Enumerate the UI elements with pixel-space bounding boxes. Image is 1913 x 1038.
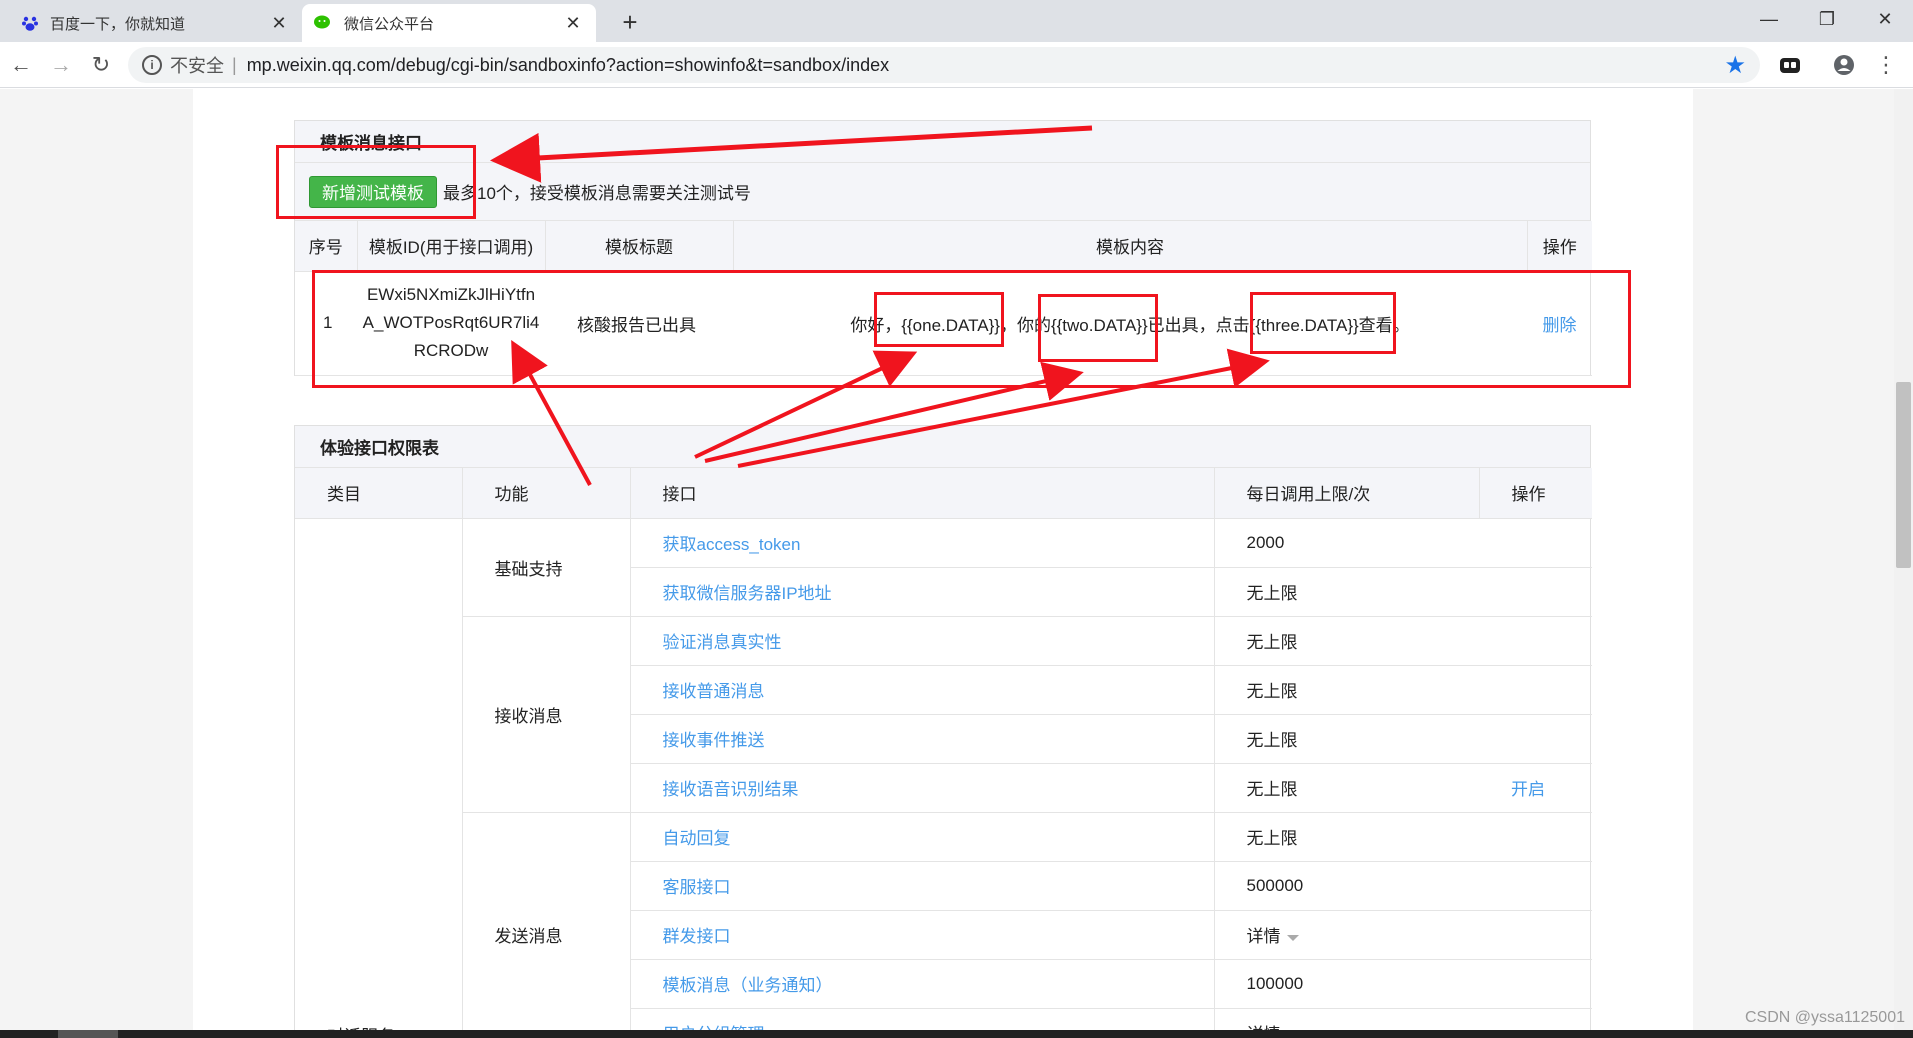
annotation-arrows — [490, 125, 1270, 486]
watermark: CSDN @yssa1125001 — [1744, 1009, 1905, 1026]
scrollbar-thumb[interactable] — [1896, 382, 1911, 568]
horizontal-scrollbar-thumb[interactable] — [58, 1030, 118, 1038]
arrow-to-var3 — [737, 348, 1270, 468]
arrow-to-var2 — [704, 361, 1084, 463]
arrow-to-add-button — [490, 125, 1093, 183]
arrow-to-template-id — [511, 339, 592, 486]
arrow-to-var1 — [694, 350, 918, 459]
horizontal-scrollbar[interactable] — [0, 1030, 1913, 1038]
